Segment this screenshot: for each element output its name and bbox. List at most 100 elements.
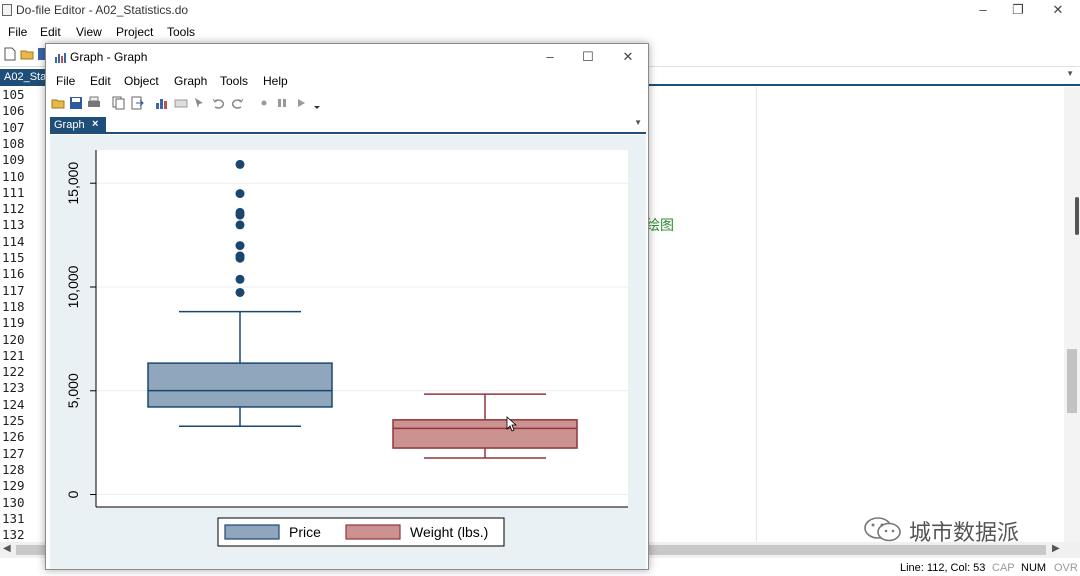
outlier-point [235,207,245,217]
legend-label: Price [289,524,321,540]
export-icon[interactable] [130,96,144,110]
editor-vertical-scrollbar[interactable] [1064,87,1080,542]
code-comment-fragment: 绘图 [646,217,674,233]
play-dropdown-icon[interactable] [310,96,324,110]
line-number: 109 [2,152,25,168]
menu-project[interactable]: Project [116,25,153,39]
line-number: 121 [2,347,25,363]
cursor-position: Line: 112, Col: 53 [900,562,986,574]
vertical-scroll-thumb[interactable] [1067,349,1077,413]
graph-menu-graph[interactable]: Graph [174,74,207,88]
new-file-icon[interactable] [3,47,17,61]
graph-tab[interactable]: Graph × [50,117,106,134]
editor-window-title: Do-file Editor - A02_Statistics.do [16,3,189,17]
scroll-left-icon[interactable]: ◀ [3,543,11,554]
line-number: 111 [2,184,25,200]
iqr-box [147,362,333,408]
outlier-point [235,159,245,169]
graph-app-icon [55,53,66,63]
scroll-right-icon[interactable]: ▶ [1052,543,1060,554]
legend-label: Weight (lbs.) [410,524,488,540]
rename-graph-icon[interactable] [174,96,188,110]
redo-icon[interactable] [231,96,245,110]
overwrite-indicator: OVR [1054,562,1078,574]
outlier-point [235,251,245,261]
print-icon[interactable] [87,96,101,110]
y-tick-label: 5,000 [65,373,81,408]
line-number: 107 [2,119,25,135]
graph-menu-object[interactable]: Object [124,74,159,88]
graph-tab-bar: Graph × ▼ [50,117,646,134]
outlier-point [235,287,245,297]
restore-button[interactable]: ❐ [1008,1,1028,19]
graph-window-title: Graph - Graph [70,50,148,64]
save-icon[interactable] [69,96,83,110]
graph-toolbar [46,92,648,116]
line-number: 112 [2,201,25,217]
record-icon[interactable] [257,96,271,110]
plot-region [96,150,628,507]
tab-list-dropdown-icon[interactable]: ▼ [1066,69,1074,78]
menu-tools[interactable]: Tools [167,25,195,39]
open-folder-icon[interactable] [20,47,34,61]
undo-icon[interactable] [211,96,225,110]
line-number: 117 [2,282,25,298]
graph-menu-file[interactable]: File [56,74,75,88]
graph-menu-bar: File Edit Object Graph Tools Help [46,71,648,91]
line-number: 120 [2,331,25,347]
graph-maximize-button[interactable]: ☐ [578,48,598,66]
line-number-gutter: 105 106 107 108 109 110 111 112 113 114 115 116 117 1… [0,87,44,542]
line-number: 119 [2,315,25,331]
graph-close-button[interactable]: ✕ [618,48,638,66]
line-number: 132 [2,527,25,543]
box-plot-chart: 0 5,000 10,000 15,000 Price Weight (lbs.) [65,150,628,547]
line-number: 130 [2,494,25,510]
editor-menu-bar: File Edit View Project Tools [0,22,1080,42]
open-icon[interactable] [51,96,65,110]
line-number: 123 [2,380,25,396]
do-file-icon [2,4,12,16]
y-tick-label: 10,000 [65,265,81,308]
edge-guide-line [756,87,757,542]
graph-tab-label: Graph [54,119,85,131]
line-number: 105 [2,87,25,102]
menu-view[interactable]: View [76,25,102,39]
graph-menu-edit[interactable]: Edit [90,74,111,88]
copy-icon[interactable] [112,96,126,110]
line-number: 131 [2,510,25,526]
line-number: 113 [2,217,25,233]
y-tick-label: 15,000 [65,162,81,205]
watermark-text: 城市数据派 [909,520,1020,545]
line-number: 114 [2,233,25,249]
line-number: 108 [2,135,25,151]
line-number: 116 [2,266,25,282]
scroll-marker [1075,197,1079,235]
line-number: 122 [2,364,25,380]
graph-canvas: 0 5,000 10,000 15,000 Price Weight (lbs.) [50,135,646,569]
legend-swatch [224,524,280,540]
minimize-button[interactable]: – [973,1,993,19]
graph-menu-tools[interactable]: Tools [220,74,248,88]
line-number: 115 [2,250,25,265]
tab-close-icon[interactable]: × [92,118,98,130]
graph-editor-icon[interactable] [155,96,169,110]
outlier-point [235,241,245,251]
line-number: 125 [2,413,25,428]
outlier-point [235,189,245,199]
pointer-tool-icon[interactable] [192,96,206,110]
graph-minimize-button[interactable]: – [540,48,560,66]
wechat-logo-icon [864,517,901,542]
line-number: 127 [2,445,25,461]
play-icon[interactable] [294,96,308,110]
close-button[interactable]: ✕ [1048,1,1068,19]
outlier-point [235,220,245,230]
menu-edit[interactable]: Edit [40,25,61,39]
pause-icon[interactable] [275,96,289,110]
graph-menu-help[interactable]: Help [263,74,288,88]
menu-file[interactable]: File [8,25,27,39]
legend-swatch [345,524,401,540]
graph-tab-dropdown-icon[interactable]: ▼ [634,118,642,127]
line-number: 118 [2,298,25,314]
line-number: 124 [2,396,25,412]
editor-file-tab[interactable]: A02_Statistics.do [0,69,48,86]
